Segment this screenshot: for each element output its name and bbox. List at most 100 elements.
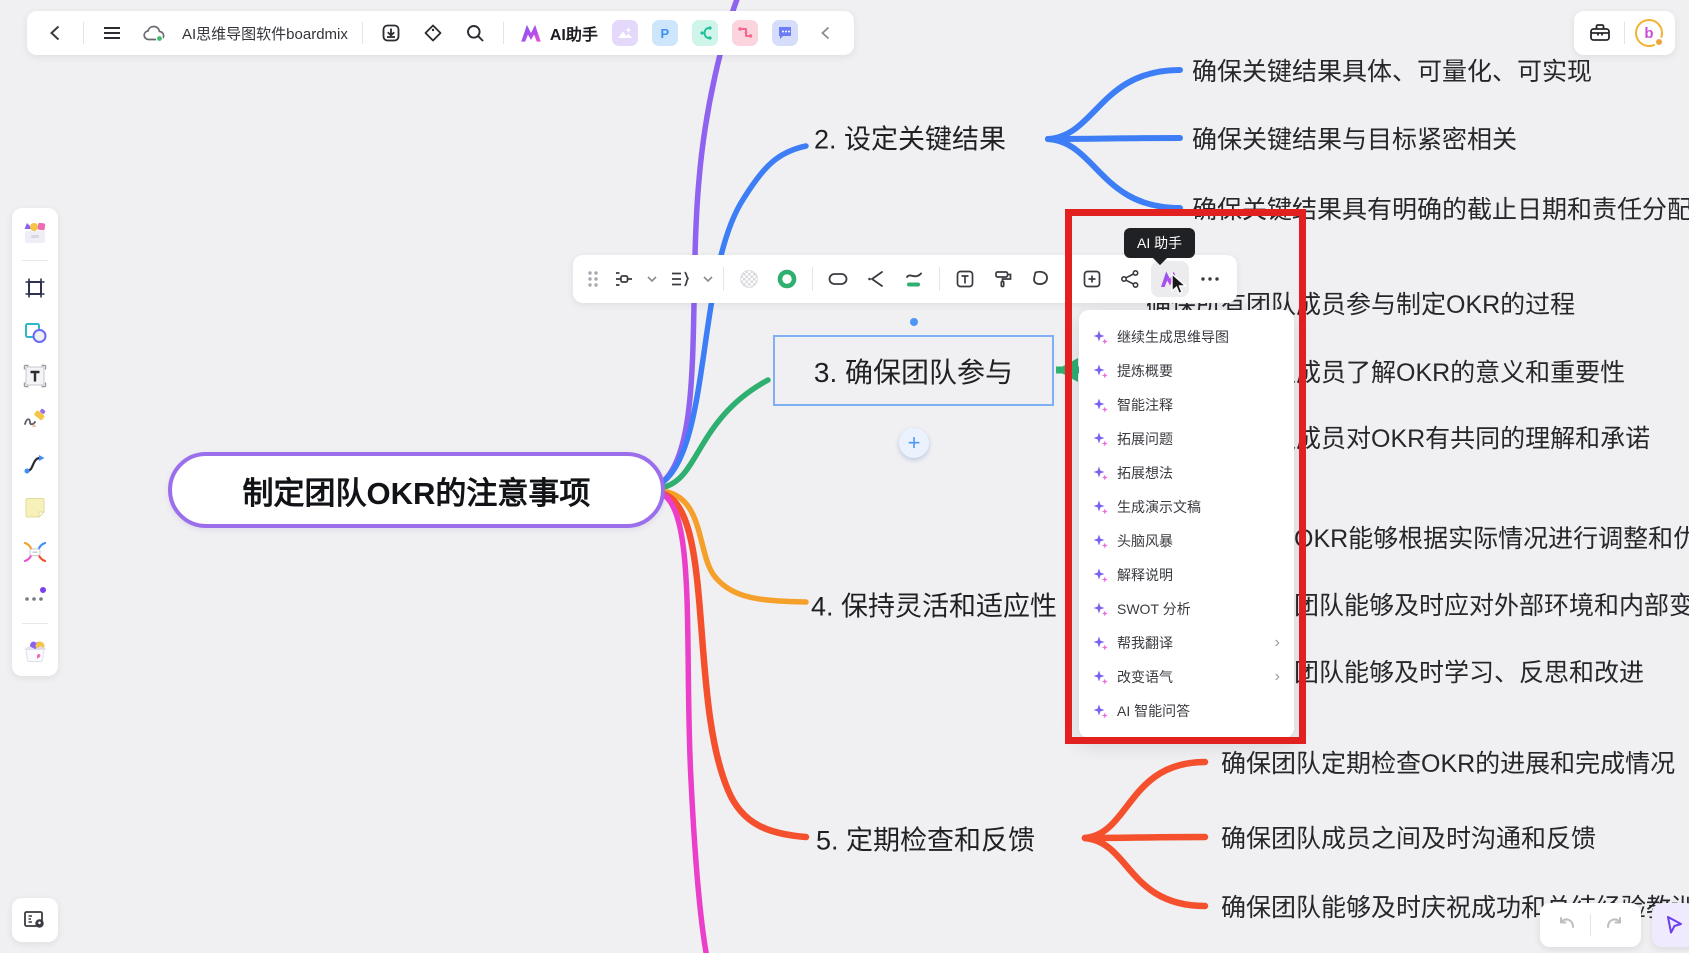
menu-item-explain[interactable]: 解释说明: [1079, 558, 1294, 592]
branch-style-icon: [865, 268, 887, 290]
menu-item-smart-annotate[interactable]: 智能注释: [1079, 388, 1294, 422]
chat-app-button[interactable]: [772, 20, 798, 46]
child-node[interactable]: 确保关键结果具体、可量化、可实现: [1192, 52, 1592, 88]
toolbox-button[interactable]: [1586, 19, 1614, 47]
structure-button[interactable]: [607, 261, 641, 297]
border-color-button[interactable]: [770, 261, 804, 297]
briefcase-icon: [1589, 23, 1611, 43]
sparkle-icon: [1093, 500, 1108, 515]
back-button[interactable]: [41, 19, 69, 47]
fill-color-button[interactable]: [732, 261, 766, 297]
flowchart-app-button[interactable]: [732, 20, 758, 46]
drag-handle[interactable]: [583, 261, 603, 297]
child-node[interactable]: 确保团队能够及时应对外部环境和内部变化: [1244, 586, 1689, 622]
ai-image-app-button[interactable]: [612, 20, 638, 46]
shapes-icon: [22, 319, 48, 345]
search-button[interactable]: [461, 19, 489, 47]
account-avatar[interactable]: b: [1635, 19, 1663, 47]
sparkle-icon: [1093, 466, 1108, 481]
branch-node-2[interactable]: 2. 设定关键结果: [814, 118, 1006, 157]
materials-tool[interactable]: [18, 216, 52, 250]
resource-box-tool[interactable]: [18, 634, 52, 668]
menu-item-generate-slides[interactable]: 生成演示文稿: [1079, 490, 1294, 524]
text-style-button[interactable]: [948, 261, 982, 297]
menu-item-summarize[interactable]: 提炼概要: [1079, 354, 1294, 388]
branch-node-4[interactable]: 4. 保持灵活和适应性: [811, 585, 1057, 624]
undo-button[interactable]: [1550, 908, 1584, 942]
cloud-sync-status[interactable]: [140, 19, 168, 47]
main-menu-button[interactable]: [98, 19, 126, 47]
menu-item-expand-ideas[interactable]: 拓展想法: [1079, 456, 1294, 490]
menu-item-label: 提炼概要: [1117, 361, 1280, 381]
more-tools[interactable]: [18, 579, 52, 613]
ai-assistant-button[interactable]: [1151, 261, 1189, 297]
more-tools-button[interactable]: [1193, 261, 1227, 297]
pen-icon: [22, 407, 48, 433]
highlight-area-button[interactable]: [1024, 261, 1058, 297]
child-node[interactable]: 确保关键结果与目标紧密相关: [1192, 120, 1517, 156]
relation-line-button[interactable]: [1113, 261, 1147, 297]
more-dots-icon: [24, 587, 46, 605]
frame-icon: [22, 275, 48, 301]
sticky-note-tool[interactable]: [18, 491, 52, 525]
branch-node-5[interactable]: 5. 定期检查和反馈: [816, 819, 1035, 858]
child-node[interactable]: 确保团队成员之间及时沟通和反馈: [1221, 819, 1596, 855]
canvas[interactable]: 2. 设定关键结果 4. 保持灵活和适应性 5. 定期检查和反馈 确保关键结果具…: [0, 0, 1689, 953]
insert-button[interactable]: [1075, 261, 1109, 297]
menu-item-continue-mindmap[interactable]: 继续生成思维导图: [1079, 320, 1294, 354]
sparkle-icon: [1093, 602, 1108, 617]
menu-item-brainstorm[interactable]: 头脑风暴: [1079, 524, 1294, 558]
transparent-fill-icon: [738, 268, 760, 290]
document-title[interactable]: AI思维导图软件boardmix: [182, 23, 348, 44]
collapse-toolbar-button[interactable]: [812, 19, 840, 47]
more-icon: [1201, 277, 1219, 281]
child-node[interactable]: 确保团队定期检查OKR的进展和完成情况: [1221, 744, 1675, 780]
structure-dropdown[interactable]: [645, 261, 659, 297]
child-node[interactable]: 确保关键结果具有明确的截止日期和责任分配: [1192, 190, 1689, 226]
text-icon: [954, 268, 976, 290]
collapse-nub-icon: [1056, 358, 1078, 382]
drag-handle-icon: [587, 270, 599, 288]
pointer-tool-button[interactable]: [1652, 903, 1689, 947]
child-node[interactable]: 确保团队能够及时学习、反思和改进: [1244, 653, 1644, 689]
sparkle-icon: [1093, 398, 1108, 413]
export-button[interactable]: [377, 19, 405, 47]
menu-item-expand-questions[interactable]: 拓展问题: [1079, 422, 1294, 456]
insert-plus-icon: [1081, 268, 1103, 290]
chat-bubble-icon: [777, 25, 793, 41]
outline-dropdown[interactable]: [701, 261, 715, 297]
outline-button[interactable]: [663, 261, 697, 297]
redo-button[interactable]: [1597, 908, 1631, 942]
branch-style-button[interactable]: [859, 261, 893, 297]
format-painter-button[interactable]: [986, 261, 1020, 297]
frame-tool[interactable]: [18, 271, 52, 305]
add-child-button[interactable]: +: [899, 428, 929, 458]
mindmap-tool[interactable]: [18, 535, 52, 569]
menu-item-translate[interactable]: 帮我翻译›: [1079, 626, 1294, 660]
floating-toolbar: [573, 255, 1237, 303]
ppt-app-button[interactable]: P: [652, 20, 678, 46]
menu-item-ai-qa[interactable]: AI 智能问答: [1079, 694, 1294, 728]
menu-item-swot-analysis[interactable]: SWOT 分析: [1079, 592, 1294, 626]
rounded-shape-icon: [827, 268, 849, 290]
connector-tool[interactable]: [18, 447, 52, 481]
submenu-arrow-icon: ›: [1275, 668, 1280, 686]
branch-color-button[interactable]: [897, 261, 931, 297]
ai-assistant-icon: [1158, 268, 1182, 290]
child-node[interactable]: 确保OKR能够根据实际情况进行调整和优化: [1244, 519, 1689, 555]
sparkle-icon: [1093, 704, 1108, 719]
pointer-arrow-icon: [1663, 914, 1685, 936]
pen-tool[interactable]: [18, 403, 52, 437]
ai-assistant-entry[interactable]: AI助手: [518, 21, 598, 45]
mindmap-app-button[interactable]: [692, 20, 718, 46]
root-topic-node[interactable]: 制定团队OKR的注意事项: [168, 452, 665, 528]
menu-item-change-tone[interactable]: 改变语气›: [1079, 660, 1294, 694]
ai-logo-icon: [518, 21, 544, 45]
minimap-toggle-button[interactable]: [12, 898, 58, 942]
node-top-handle[interactable]: [910, 318, 918, 326]
shapes-tool[interactable]: [18, 315, 52, 349]
tag-button[interactable]: [419, 19, 447, 47]
text-tool[interactable]: [18, 359, 52, 393]
node-shape-button[interactable]: [821, 261, 855, 297]
selected-branch-node-3[interactable]: 3. 确保团队参与: [773, 335, 1054, 406]
